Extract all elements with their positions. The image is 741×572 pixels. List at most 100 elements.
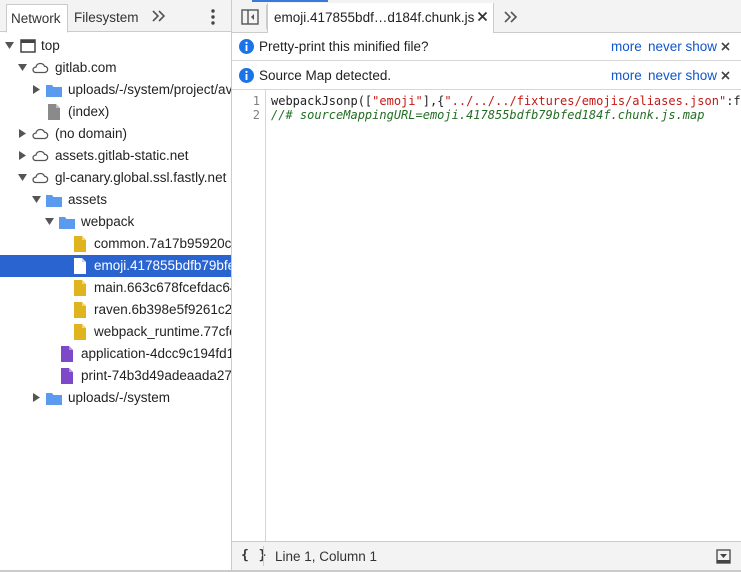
code-token: :f: [726, 94, 741, 108]
editor-tab-strip: emoji.417855bdf…d184f.chunk.js: [232, 0, 741, 33]
triangle-down-icon[interactable]: [5, 41, 14, 50]
triangle-down-icon[interactable]: [18, 63, 27, 72]
navigator-tab-strip: Network Filesystem: [0, 0, 231, 33]
tree-item-label: gitlab.com: [55, 60, 117, 75]
tree-item-file[interactable]: raven.6b398e5f9261c2c: [0, 299, 231, 321]
folder-icon: [46, 85, 62, 97]
folder-icon: [46, 195, 62, 207]
tree-item-label: main.663c678fcefdac64: [94, 280, 231, 295]
tree-item-domain[interactable]: gl-canary.global.ssl.fastly.net: [0, 167, 231, 189]
tree-item-folder[interactable]: uploads/-/system: [0, 387, 231, 409]
code-string-token: "../../../fixtures/emojis/aliases.json": [444, 94, 727, 108]
stylesheet-file-icon: [61, 346, 73, 362]
triangle-right-icon[interactable]: [32, 393, 41, 402]
tree-item-file[interactable]: application-4dcc9c194fd1: [0, 343, 231, 365]
info-icon: [239, 68, 254, 83]
never-show-link[interactable]: never show: [648, 39, 717, 54]
tree-item-label: print-74b3d49adeaada27: [81, 368, 231, 383]
cursor-position: Line 1, Column 1: [275, 549, 378, 564]
cloud-icon: [32, 62, 49, 74]
tree-item-label: application-4dcc9c194fd1: [81, 346, 231, 361]
document-file-icon: [48, 104, 60, 120]
cloud-icon: [32, 172, 49, 184]
tree-item-file[interactable]: (index): [0, 101, 231, 123]
pretty-print-infobar: Pretty-print this minified file? more ne…: [232, 33, 741, 61]
close-icon[interactable]: [477, 11, 488, 22]
drawer-toggle-icon[interactable]: [716, 549, 731, 564]
tree-item-domain[interactable]: gitlab.com: [0, 57, 231, 79]
status-divider: [263, 546, 264, 566]
tree-item-label: webpack_runtime.77cfe: [94, 324, 231, 339]
triangle-right-icon[interactable]: [32, 85, 41, 94]
script-file-icon: [74, 236, 86, 252]
tree-item-label: gl-canary.global.ssl.fastly.net: [55, 170, 227, 185]
never-show-link[interactable]: never show: [648, 68, 717, 83]
tree-item-folder[interactable]: uploads/-/system/project/av: [0, 79, 231, 101]
tree-item-file[interactable]: main.663c678fcefdac64: [0, 277, 231, 299]
more-link[interactable]: more: [611, 39, 642, 54]
cloud-icon: [32, 128, 49, 140]
triangle-right-icon[interactable]: [18, 151, 27, 160]
code-token: ],{: [422, 94, 445, 108]
double-chevron-right-icon[interactable]: [503, 8, 519, 26]
tree-item-label: emoji.417855bdfb79bfe: [94, 258, 231, 273]
tab-title: emoji.417855bdf…d184f.chunk.js: [274, 10, 475, 25]
tree-item-folder[interactable]: assets: [0, 189, 231, 211]
file-navigator: Network Filesystem top gitlab.com upload…: [0, 0, 231, 572]
tree-item-label: top: [41, 38, 60, 53]
vertical-ellipsis-icon[interactable]: [206, 7, 220, 27]
tree-item-file[interactable]: print-74b3d49adeaada27: [0, 365, 231, 387]
close-icon[interactable]: [721, 71, 730, 80]
stylesheet-file-icon: [61, 368, 73, 384]
infobar-message: Pretty-print this minified file?: [259, 39, 429, 54]
tree-item-file[interactable]: common.7a17b95920c: [0, 233, 231, 255]
toggle-sidebar-icon[interactable]: [241, 9, 259, 25]
line-number[interactable]: 2: [253, 108, 260, 122]
triangle-down-icon[interactable]: [32, 195, 41, 204]
line-number[interactable]: 1: [253, 94, 260, 108]
script-file-icon: [74, 280, 86, 296]
triangle-right-icon[interactable]: [18, 129, 27, 138]
script-file-icon: [74, 302, 86, 318]
tree-item-label: (index): [68, 104, 110, 119]
triangle-down-icon[interactable]: [18, 173, 27, 182]
more-link[interactable]: more: [611, 68, 642, 83]
tab-open-file[interactable]: emoji.417855bdf…d184f.chunk.js: [267, 3, 494, 33]
tree-item-label: raven.6b398e5f9261c2c: [94, 302, 231, 317]
tree-item-label: assets.gitlab-static.net: [55, 148, 189, 163]
tree-item-folder[interactable]: webpack: [0, 211, 231, 233]
triangle-down-icon[interactable]: [45, 217, 54, 226]
devtools-sources-panel: Network Filesystem top gitlab.com upload…: [0, 0, 741, 572]
cloud-icon: [32, 150, 49, 162]
tree-item-domain[interactable]: (no domain): [0, 123, 231, 145]
tree-item-label: common.7a17b95920c: [94, 236, 231, 251]
infobar-message: Source Map detected.: [259, 68, 392, 83]
code-comment-token: //# sourceMappingURL=emoji.417855bdfb79b…: [271, 108, 705, 122]
tree-item-top[interactable]: top: [0, 35, 231, 57]
script-file-icon: [74, 258, 86, 274]
tree-item-file[interactable]: webpack_runtime.77cfe: [0, 321, 231, 343]
script-file-icon: [74, 324, 86, 340]
frame-icon: [20, 39, 36, 53]
editor-status-bar: { } Line 1, Column 1: [232, 541, 741, 570]
folder-icon: [59, 217, 75, 229]
source-map-infobar: Source Map detected. more never show: [232, 62, 741, 90]
tree-item-label: assets: [68, 192, 108, 207]
code-token: webpackJsonp([: [271, 94, 373, 108]
tree-item-domain[interactable]: assets.gitlab-static.net: [0, 145, 231, 167]
double-chevron-right-icon[interactable]: [150, 6, 168, 26]
info-icon: [239, 39, 254, 54]
folder-icon: [46, 393, 62, 405]
editor-area: emoji.417855bdf…d184f.chunk.js Pretty-pr…: [232, 0, 741, 572]
tab-filesystem[interactable]: Filesystem: [68, 4, 142, 32]
tree-item-label: webpack: [81, 214, 135, 229]
close-icon[interactable]: [721, 42, 730, 51]
code-line[interactable]: webpackJsonp(["emoji"],{"../../../fixtur…: [271, 94, 741, 108]
code-editor[interactable]: 1 2 webpackJsonp(["emoji"],{"../../../fi…: [232, 90, 741, 541]
tab-accent-line: [252, 0, 328, 2]
line-number-gutter: 1 2: [232, 90, 266, 541]
tree-item-file-selected[interactable]: emoji.417855bdfb79bfe: [0, 255, 231, 277]
tab-network[interactable]: Network: [6, 4, 68, 33]
tree-item-label: (no domain): [55, 126, 128, 141]
code-line[interactable]: //# sourceMappingURL=emoji.417855bdfb79b…: [271, 108, 704, 122]
